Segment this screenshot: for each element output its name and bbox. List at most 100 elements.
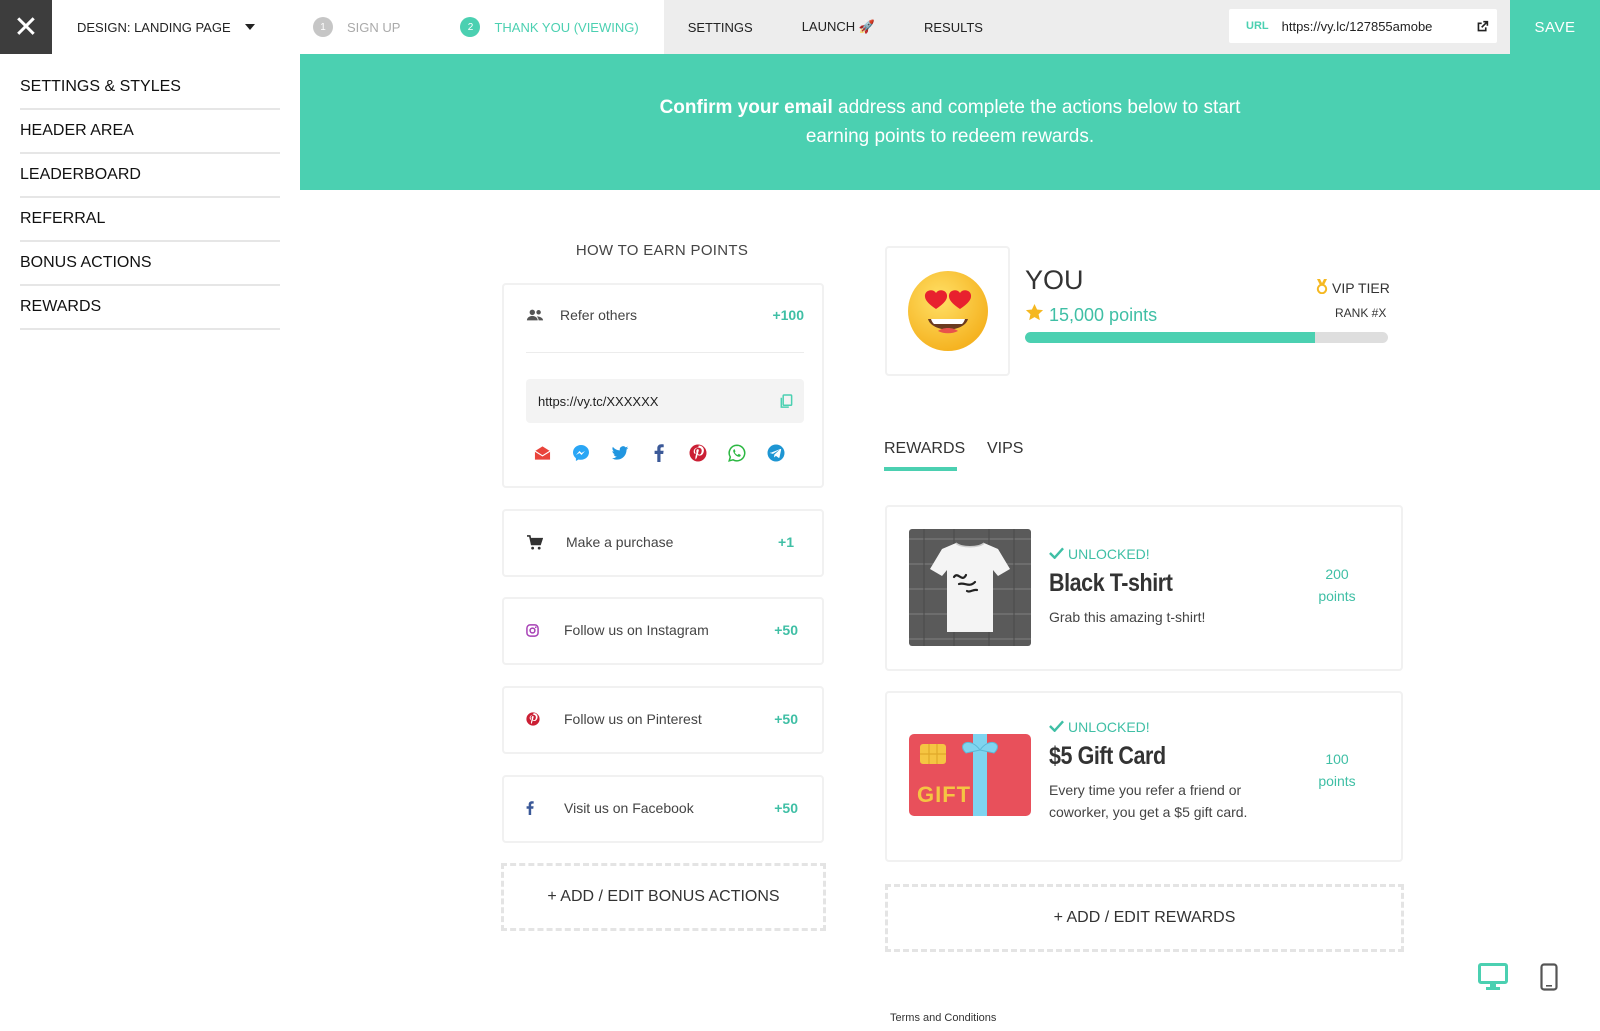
unlocked-badge: UNLOCKED! — [1049, 546, 1150, 562]
reward-card-tshirt[interactable]: UNLOCKED! Black T-shirt Grab this amazin… — [885, 505, 1403, 671]
step-number: 2 — [460, 17, 481, 37]
action-label: Make a purchase — [566, 534, 674, 550]
whatsapp-icon[interactable] — [727, 443, 747, 463]
points-progress-bar — [1025, 332, 1388, 343]
points-value: 15,000 points — [1049, 304, 1158, 325]
action-row: Make a purchase +1 — [526, 534, 794, 550]
refer-card: Refer others +100 https://vy.tc/XXXXXX — [502, 283, 824, 488]
sidebar-item-header-area[interactable]: HEADER AREA — [20, 110, 280, 154]
instagram-icon — [526, 623, 564, 637]
twitter-icon[interactable] — [610, 443, 630, 463]
reward-points-value: 200 — [1325, 566, 1349, 582]
add-edit-rewards-button[interactable]: + ADD / EDIT REWARDS — [885, 884, 1404, 952]
action-card-facebook[interactable]: Visit us on Facebook +50 — [502, 775, 824, 843]
unlocked-badge: UNLOCKED! — [1049, 719, 1150, 735]
vip-tier: VIP TIER — [1315, 278, 1390, 297]
reward-points-value: 100 — [1325, 751, 1349, 767]
action-points: +50 — [774, 622, 798, 638]
unlocked-label: UNLOCKED! — [1068, 546, 1150, 562]
app-root: ✕ DESIGN: LANDING PAGE 1 SIGN UP 2 THANK… — [0, 0, 1600, 1031]
profile-name: YOU — [1025, 265, 1084, 295]
rank-label: RANK #X — [1335, 306, 1387, 320]
reward-description: Every time you refer a friend or coworke… — [1049, 782, 1248, 820]
step-label: THANK YOU (VIEWING) — [494, 19, 639, 35]
referral-link-field[interactable]: https://vy.tc/XXXXXX — [526, 379, 804, 423]
facebook-icon[interactable] — [649, 443, 669, 463]
earn-points-title: HOW TO EARN POINTS — [575, 242, 749, 259]
check-icon — [1049, 719, 1064, 735]
unlocked-label: UNLOCKED! — [1068, 719, 1150, 735]
action-row: Visit us on Facebook +50 — [526, 800, 798, 816]
facebook-icon — [526, 801, 564, 815]
sidebar-item-leaderboard[interactable]: LEADERBOARD — [20, 154, 280, 198]
external-link-icon[interactable] — [1467, 20, 1497, 33]
action-card-pinterest[interactable]: Follow us on Pinterest +50 — [502, 686, 824, 754]
reward-points-unit: points — [1318, 588, 1356, 604]
nav-results[interactable]: RESULTS — [900, 0, 1008, 54]
url-value[interactable]: https://vy.lc/127855amobe — [1282, 19, 1467, 34]
desktop-view-icon[interactable] — [1477, 962, 1509, 992]
action-points: +50 — [774, 711, 798, 727]
confirm-email-banner: Confirm your email address and complete … — [300, 54, 1600, 190]
profile-points: 15,000 points — [1025, 303, 1157, 327]
medal-icon — [1315, 278, 1329, 297]
nav-settings[interactable]: SETTINGS — [664, 0, 778, 54]
action-points: +1 — [778, 534, 794, 550]
action-card-instagram[interactable]: Follow us on Instagram +50 — [502, 597, 824, 665]
reward-name: $5 Gift Card — [1049, 742, 1166, 770]
close-icon: ✕ — [13, 10, 39, 44]
step-number: 1 — [313, 17, 333, 37]
heart-eyes-emoji-icon — [907, 271, 988, 351]
url-field[interactable]: URL https://vy.lc/127855amobe — [1229, 9, 1497, 43]
close-button[interactable]: ✕ — [0, 0, 52, 54]
refer-row: Refer others +100 — [526, 307, 804, 323]
referral-link-text[interactable]: https://vy.tc/XXXXXX — [538, 394, 768, 409]
design-dropdown[interactable]: DESIGN: LANDING PAGE — [52, 0, 310, 54]
action-row: Follow us on Pinterest +50 — [526, 711, 798, 727]
sidebar-item-rewards[interactable]: REWARDS — [20, 286, 280, 330]
step-label: SIGN UP — [347, 19, 401, 35]
check-icon — [1049, 546, 1064, 562]
pinterest-icon[interactable] — [688, 443, 708, 463]
telegram-icon[interactable] — [766, 443, 786, 463]
action-label: Visit us on Facebook — [564, 800, 694, 816]
gift-card-image: GIFT — [909, 734, 1031, 816]
mobile-view-icon[interactable] — [1538, 962, 1560, 992]
active-tab-indicator — [884, 467, 957, 471]
refer-label: Refer others — [560, 307, 638, 323]
step-thank-you[interactable]: 2 THANK YOU (VIEWING) — [438, 0, 664, 54]
reward-name: Black T-shirt — [1049, 569, 1173, 597]
step-sign-up[interactable]: 1 SIGN UP — [310, 0, 439, 54]
users-icon — [526, 308, 560, 322]
action-card-purchase[interactable]: Make a purchase +1 — [502, 509, 824, 577]
tab-vips[interactable]: VIPS — [987, 440, 1023, 458]
design-dropdown-label: DESIGN: LANDING PAGE — [77, 19, 231, 35]
messenger-icon[interactable] — [571, 443, 591, 463]
banner-bold-text: Confirm your email — [659, 97, 833, 118]
sidebar-item-settings-styles[interactable]: SETTINGS & STYLES — [20, 66, 280, 110]
reward-card-gift-card[interactable]: GIFT UNLOCKED! $5 Gift Card Every time y… — [885, 691, 1403, 862]
sidebar-item-bonus-actions[interactable]: BONUS ACTIONS — [20, 242, 280, 286]
sidebar-item-referral[interactable]: REFERRAL — [20, 198, 280, 242]
vip-tier-label: VIP TIER — [1332, 279, 1390, 296]
caret-down-icon — [244, 24, 255, 30]
reward-points: 200 points — [1297, 563, 1377, 607]
add-edit-bonus-actions-button[interactable]: + ADD / EDIT BONUS ACTIONS — [501, 863, 826, 931]
banner-rest-text: address and complete the actions below t… — [805, 97, 1241, 147]
nav-launch[interactable]: LAUNCH 🚀 — [778, 0, 900, 54]
reward-points-unit: points — [1318, 773, 1356, 789]
save-button[interactable]: SAVE — [1510, 0, 1600, 54]
reward-description: Grab this amazing t-shirt! — [1049, 609, 1206, 625]
tab-rewards[interactable]: REWARDS — [884, 440, 965, 458]
avatar — [885, 246, 1010, 376]
email-icon[interactable] — [532, 443, 552, 463]
terms-link[interactable]: Terms and Conditions — [890, 1012, 996, 1024]
progress-fill — [1025, 332, 1316, 343]
refer-points: +100 — [772, 307, 804, 323]
banner-text: Confirm your email address and complete … — [650, 93, 1250, 151]
url-label: URL — [1246, 20, 1269, 32]
action-row: Follow us on Instagram +50 — [526, 622, 798, 638]
copy-icon[interactable] — [768, 393, 804, 409]
sidebar: SETTINGS & STYLES HEADER AREA LEADERBOAR… — [20, 66, 280, 330]
action-label: Follow us on Pinterest — [564, 711, 702, 727]
